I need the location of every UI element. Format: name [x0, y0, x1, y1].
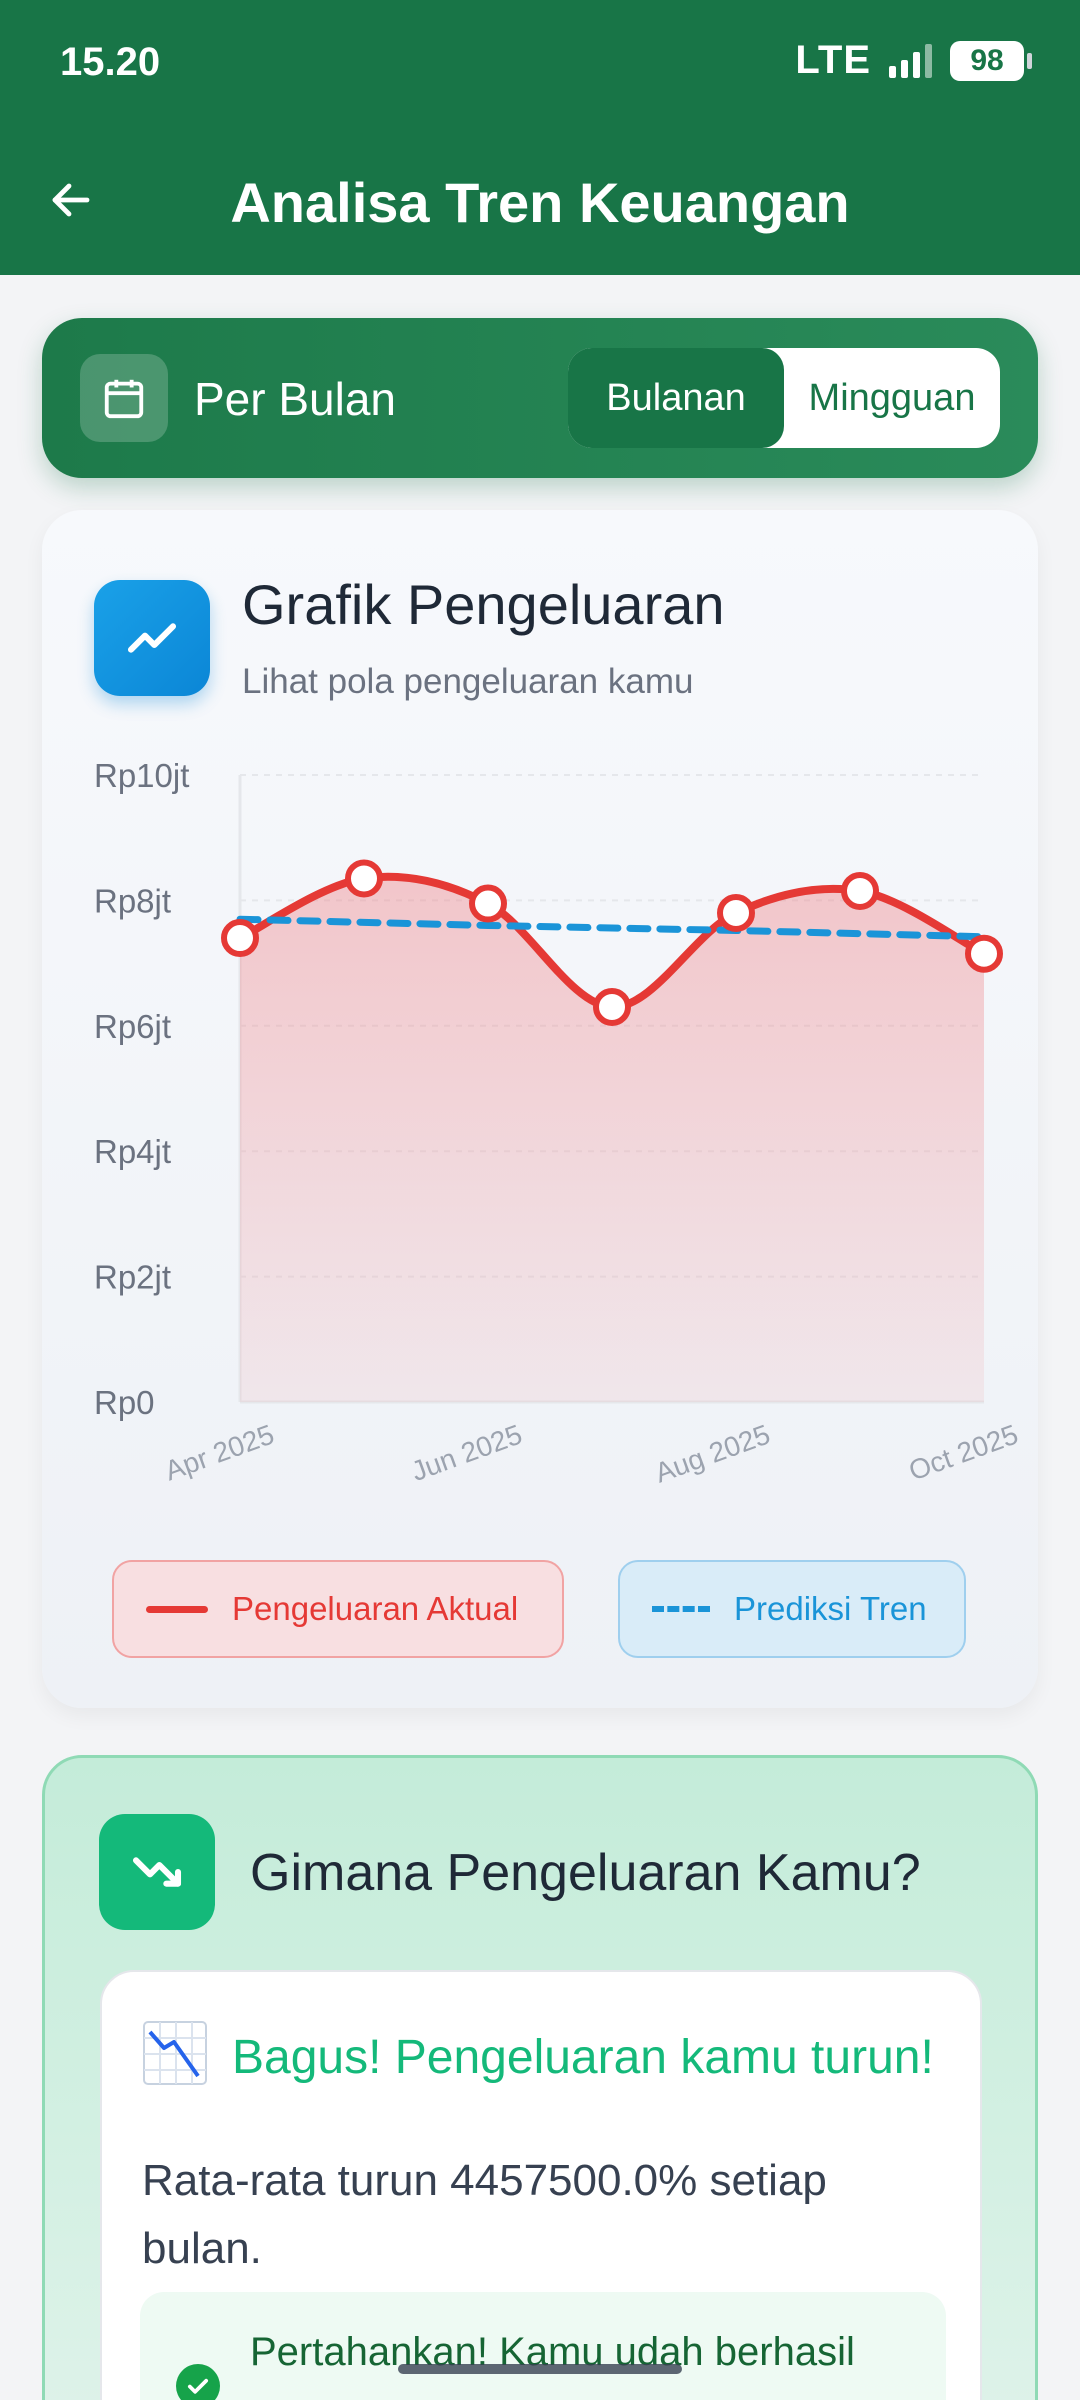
legend-actual[interactable]: Pengeluaran Aktual [112, 1560, 564, 1658]
network-type: LTE [795, 38, 871, 82]
page-title: Analisa Tren Keuangan [230, 171, 850, 234]
actual-data-point[interactable] [221, 919, 259, 958]
trending-down-icon [99, 1814, 215, 1930]
x-tick-label: Oct 2025 [905, 1419, 1022, 1487]
y-tick-label: Rp2jt [94, 1259, 171, 1296]
status-time: 15.20 [60, 40, 161, 84]
expense-chart-card: Grafik Pengeluaran Lihat pola pengeluara… [42, 510, 1038, 1708]
status-indicators: LTE 98 [795, 38, 1032, 83]
insight-title: Gimana Pengeluaran Kamu? [250, 1844, 921, 1902]
legend-prediction-swatch [652, 1606, 710, 1612]
check-circle-icon [176, 2364, 220, 2400]
insight-card: Gimana Pengeluaran Kamu? Bagus! Pengelua… [42, 1755, 1038, 2400]
legend-prediction-label: Prediksi Tren [734, 1590, 927, 1627]
period-selector: Per Bulan Bulanan Mingguan [42, 318, 1038, 478]
calendar-icon [80, 354, 168, 442]
tip-box: Pertahankan! Kamu udah berhasil [140, 2292, 946, 2400]
y-tick-label: Rp4jt [94, 1133, 171, 1170]
actual-data-point[interactable] [965, 934, 1003, 973]
legend-prediction[interactable]: Prediksi Tren [618, 1560, 966, 1658]
actual-data-point[interactable] [469, 884, 507, 923]
actual-data-point[interactable] [841, 871, 879, 910]
average-text: Rata-rata turun 4457500.0% setiap bulan. [142, 2156, 827, 2273]
status-title: Bagus! Pengeluaran kamu turun! [232, 2031, 934, 2084]
legend-actual-swatch [146, 1605, 208, 1613]
toggle-bulanan[interactable]: Bulanan [568, 348, 784, 448]
x-tick-label: Apr 2025 [161, 1419, 278, 1487]
app-bar: 15.20 LTE 98 Analisa Tren Keuangan [0, 0, 1080, 275]
y-tick-label: Rp6jt [94, 1008, 171, 1045]
legend-actual-label: Pengeluaran Aktual [232, 1590, 519, 1627]
y-tick-label: Rp0 [94, 1384, 155, 1421]
chart-decreasing-icon [143, 2021, 207, 2085]
battery-icon: 98 [950, 40, 1032, 81]
toggle-mingguan[interactable]: Mingguan [784, 348, 1000, 448]
period-toggle: Bulanan Mingguan [568, 348, 1000, 448]
signal-icon [889, 43, 932, 78]
insight-detail-card: Bagus! Pengeluaran kamu turun! Rata-rata… [100, 1970, 982, 2400]
actual-data-point[interactable] [717, 893, 755, 932]
actual-area [240, 876, 984, 1402]
x-tick-label: Jun 2025 [407, 1419, 526, 1488]
y-tick-label: Rp8jt [94, 882, 171, 919]
actual-data-point[interactable] [345, 859, 383, 898]
home-indicator[interactable] [398, 2364, 682, 2374]
expense-chart: Rp0 Rp2jt Rp4jt Rp6jt Rp8jt Rp10jt Apr 2025 Ju… [94, 757, 1022, 1489]
x-tick-label: Aug 2025 [651, 1419, 774, 1489]
actual-data-point[interactable] [593, 987, 631, 1026]
y-tick-label: Rp10jt [94, 757, 189, 794]
period-label: Per Bulan [194, 373, 397, 425]
